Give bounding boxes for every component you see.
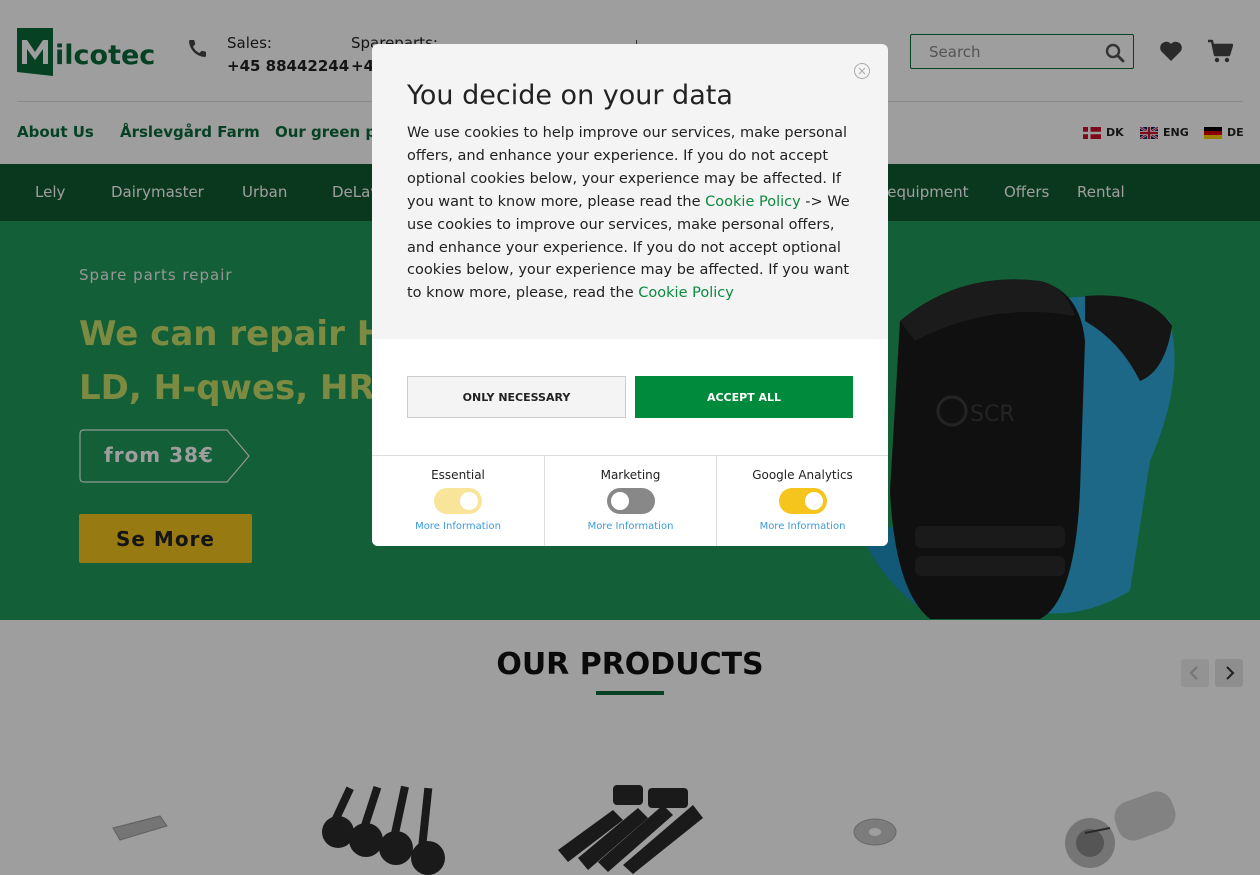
pref-google-analytics-label: Google Analytics [752,468,853,482]
pref-essential: Essential More Information [372,456,544,546]
pref-google-analytics: Google Analytics More Information [716,456,888,546]
google-analytics-toggle[interactable] [779,488,827,514]
cookie-consent-dialog: You decide on your data We use cookies t… [372,44,888,546]
cookie-policy-link-2[interactable]: Cookie Policy [638,285,734,301]
accept-all-button[interactable]: ACCEPT ALL [635,376,853,418]
marketing-more-info-link[interactable]: More Information [545,521,716,532]
only-necessary-button[interactable]: ONLY NECESSARY [407,376,626,418]
cookie-policy-link-1[interactable]: Cookie Policy [705,194,801,210]
marketing-toggle[interactable] [607,488,655,514]
pref-essential-label: Essential [431,468,485,482]
google-analytics-more-info-link[interactable]: More Information [717,521,888,532]
essential-more-info-link[interactable]: More Information [372,521,544,532]
cookie-dialog-text: We use cookies to help improve our servi… [407,122,857,305]
pref-marketing-label: Marketing [600,468,661,482]
toggle-knob [460,492,478,510]
toggle-knob [805,492,823,510]
pref-marketing: Marketing More Information [544,456,716,546]
close-icon[interactable] [853,62,871,80]
toggle-knob [611,492,629,510]
essential-toggle [434,488,482,514]
cookie-dialog-actions: ONLY NECESSARY ACCEPT ALL [372,339,888,455]
cookie-preferences: Essential More Information Marketing Mor… [372,455,888,546]
cookie-dialog-title: You decide on your data [407,80,733,111]
